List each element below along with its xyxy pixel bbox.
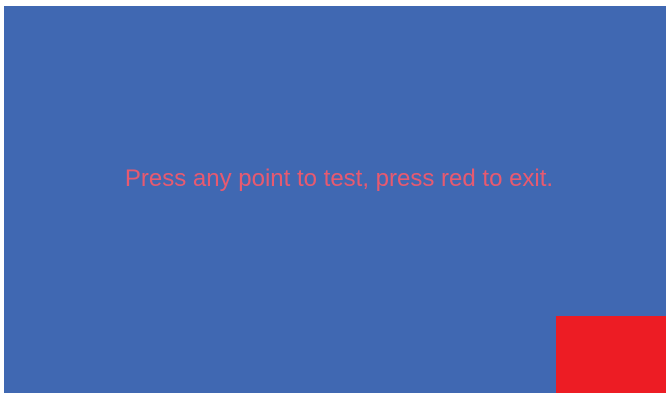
screen-frame: Press any point to test, press red to ex… xyxy=(0,0,666,393)
touch-test-area[interactable]: Press any point to test, press red to ex… xyxy=(4,6,666,393)
exit-button[interactable] xyxy=(556,316,666,393)
instruction-text: Press any point to test, press red to ex… xyxy=(124,165,554,192)
